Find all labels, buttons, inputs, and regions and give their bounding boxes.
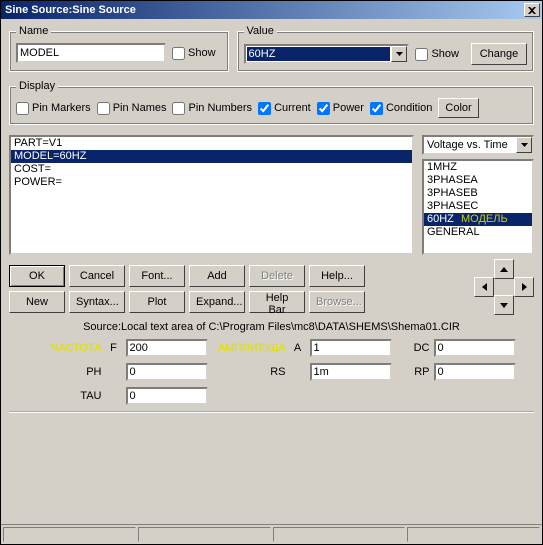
name-show-check[interactable] [172,47,185,60]
list-item[interactable]: 60HZ МОДЕЛЬ [424,213,532,226]
browse-button[interactable]: Browse... [309,291,365,313]
list-item[interactable]: 3PHASEA [424,174,532,187]
tau-input[interactable] [126,387,208,405]
lower-panel [9,411,534,481]
value-combo-dropdown-button[interactable] [391,46,407,62]
attribute-list[interactable]: PART=V1MODEL=60HZCOST=POWER= [9,135,414,255]
freq-symbol: F [106,342,122,354]
pin-markers-check[interactable] [16,102,29,115]
helpbar-button[interactable]: Help Bar [249,291,305,313]
close-button[interactable] [524,3,540,17]
model-list[interactable]: 1MHZ3PHASEA3PHASEB3PHASEC60HZ МОДЕЛЬGENE… [422,159,534,255]
tau-label: TAU [28,390,102,402]
nav-right-button[interactable] [514,277,534,297]
freq-input[interactable] [126,339,208,357]
list-item[interactable]: COST= [11,163,412,176]
pin-markers-checkbox[interactable]: Pin Markers [16,102,91,115]
font-button[interactable]: Font... [129,265,185,287]
plot-type-selected: Voltage vs. Time [424,137,516,153]
status-cell [3,527,136,542]
freq-label: ЧАСТОТА [28,342,102,354]
power-checkbox[interactable]: Power [317,102,364,115]
rs-label: RS [212,366,286,378]
power-check[interactable] [317,102,330,115]
name-show-checkbox[interactable]: Show [172,47,216,60]
condition-checkbox[interactable]: Condition [370,102,432,115]
nav-pad [474,259,534,315]
list-item[interactable]: 3PHASEB [424,187,532,200]
plot-type-dropdown-button[interactable] [516,137,532,153]
display-legend: Display [16,80,58,92]
status-cell [407,527,540,542]
expand-button[interactable]: Expand... [189,291,245,313]
name-group: Name Show [9,25,229,72]
help-button[interactable]: Help... [309,265,365,287]
nav-left-button[interactable] [474,277,494,297]
status-bar [1,524,542,544]
ph-input[interactable] [126,363,208,381]
pin-numbers-check[interactable] [172,102,185,115]
list-item[interactable]: 1MHZ [424,161,532,174]
dc-input[interactable] [434,339,516,357]
ph-label: PH [28,366,102,378]
list-item[interactable]: PART=V1 [11,137,412,150]
display-group: Display Pin Markers Pin Names Pin Number… [9,80,534,125]
syntax-button[interactable]: Syntax... [69,291,125,313]
change-button[interactable]: Change [471,43,527,65]
nav-up-button[interactable] [494,259,514,279]
pin-numbers-checkbox[interactable]: Pin Numbers [172,102,252,115]
plot-type-combo[interactable]: Voltage vs. Time [422,135,534,155]
current-check[interactable] [258,102,271,115]
title-bar: Sine Source:Sine Source [1,1,542,19]
status-cell [138,527,271,542]
list-item[interactable]: 3PHASEC [424,200,532,213]
dc-label: DC [396,342,430,354]
amp-symbol: A [290,342,306,354]
value-group: Value 60HZ Show Change [237,25,534,72]
pin-names-checkbox[interactable]: Pin Names [97,102,167,115]
cancel-button[interactable]: Cancel [69,265,125,287]
ok-button[interactable]: OK [9,265,65,287]
source-path-label: Source:Local text area of C:\Program Fil… [9,321,534,333]
rs-input[interactable] [310,363,392,381]
current-checkbox[interactable]: Current [258,102,311,115]
rp-label: RP [396,366,430,378]
window-title: Sine Source:Sine Source [5,4,136,16]
status-cell [273,527,406,542]
list-item[interactable]: POWER= [11,176,412,189]
value-show-checkbox[interactable]: Show [415,48,459,61]
list-item[interactable]: MODEL=60HZ [11,150,412,163]
pin-names-check[interactable] [97,102,110,115]
parameter-grid: ЧАСТОТА F АМПЛИТУДА A DC PH RS RP TAU [9,339,534,405]
value-combo-selected: 60HZ [247,47,391,61]
name-legend: Name [16,25,51,37]
condition-check[interactable] [370,102,383,115]
plot-button[interactable]: Plot [129,291,185,313]
value-combo[interactable]: 60HZ [244,44,410,64]
rp-input[interactable] [434,363,516,381]
value-show-check[interactable] [415,48,428,61]
value-legend: Value [244,25,277,37]
name-field[interactable] [16,43,166,63]
delete-button[interactable]: Delete [249,265,305,287]
color-button[interactable]: Color [438,98,478,118]
new-button[interactable]: New [9,291,65,313]
amp-label: АМПЛИТУДА [212,342,286,354]
add-button[interactable]: Add [189,265,245,287]
list-item[interactable]: GENERAL [424,226,532,239]
nav-down-button[interactable] [494,295,514,315]
amp-input[interactable] [310,339,392,357]
